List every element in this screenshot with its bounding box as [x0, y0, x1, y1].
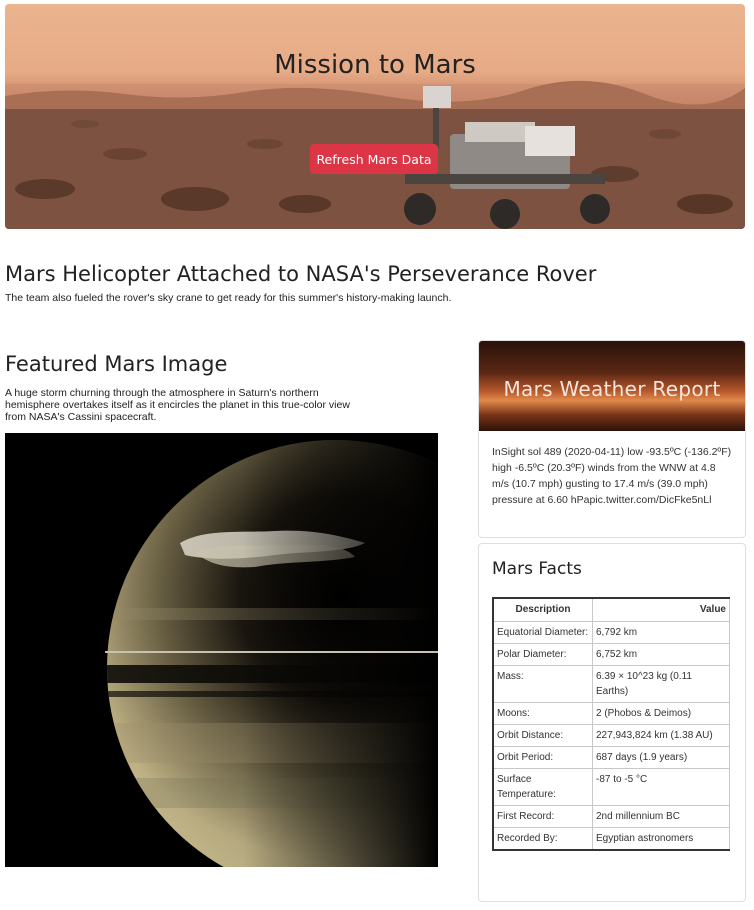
table-row: First Record: 2nd millennium BC — [492, 805, 730, 828]
featured-image-heading: Featured Mars Image — [5, 352, 228, 376]
page-title: Mission to Mars — [274, 50, 476, 80]
fact-label: First Record: — [492, 805, 593, 828]
facts-card: Mars Facts Description Value Equatorial … — [478, 543, 746, 902]
facts-table: Description Value Equatorial Diameter: 6… — [492, 597, 730, 851]
weather-heading: Mars Weather Report — [503, 377, 721, 401]
weather-banner-image: Mars Weather Report — [479, 341, 745, 431]
fact-label: Equatorial Diameter: — [492, 621, 593, 644]
fact-value: 6,752 km — [592, 643, 730, 666]
news-teaser: The team also fueled the rover's sky cra… — [5, 292, 452, 304]
table-row: Orbit Distance: 227,943,824 km (1.38 AU) — [492, 724, 730, 747]
fact-value: Egyptian astronomers — [592, 827, 730, 851]
table-row: Recorded By: Egyptian astronomers — [492, 827, 730, 851]
table-row: Mass: 6.39 × 10^23 kg (0.11 Earths) — [492, 665, 730, 703]
fact-value: 2nd millennium BC — [592, 805, 730, 828]
fact-value: 6,792 km — [592, 621, 730, 644]
fact-value: -87 to -5 °C — [592, 768, 730, 806]
column-header-description: Description — [492, 597, 593, 622]
table-row: Moons: 2 (Phobos & Deimos) — [492, 702, 730, 725]
weather-card: Mars Weather Report InSight sol 489 (202… — [478, 340, 746, 538]
hero-banner: Mission to Mars Refresh Mars Data — [5, 4, 745, 229]
fact-label: Orbit Distance: — [492, 724, 593, 747]
table-row: Orbit Period: 687 days (1.9 years) — [492, 746, 730, 769]
featured-image[interactable] — [5, 433, 438, 867]
fact-value: 2 (Phobos & Deimos) — [592, 702, 730, 725]
featured-image-caption: A huge storm churning through the atmosp… — [5, 387, 350, 423]
fact-value: 687 days (1.9 years) — [592, 746, 730, 769]
refresh-mars-data-button[interactable]: Refresh Mars Data — [310, 144, 438, 174]
facts-header-row: Description Value — [492, 597, 730, 622]
fact-label: Moons: — [492, 702, 593, 725]
saturn-storm-image — [5, 433, 438, 867]
mars-rover-landscape-image — [5, 80, 745, 229]
fact-label: Surface Temperature: — [492, 768, 593, 806]
fact-label: Polar Diameter: — [492, 643, 593, 666]
fact-value: 227,943,824 km (1.38 AU) — [592, 724, 730, 747]
table-row: Surface Temperature: -87 to -5 °C — [492, 768, 730, 806]
fact-label: Recorded By: — [492, 827, 593, 851]
fact-label: Mass: — [492, 665, 593, 703]
fact-value: 6.39 × 10^23 kg (0.11 Earths) — [592, 665, 730, 703]
table-row: Polar Diameter: 6,752 km — [492, 643, 730, 666]
column-header-value: Value — [592, 597, 730, 622]
news-title: Mars Helicopter Attached to NASA's Perse… — [5, 262, 597, 286]
table-row: Equatorial Diameter: 6,792 km — [492, 621, 730, 644]
facts-heading: Mars Facts — [492, 559, 582, 579]
weather-report-text: InSight sol 489 (2020-04-11) low -93.5ºC… — [492, 446, 732, 506]
fact-label: Orbit Period: — [492, 746, 593, 769]
